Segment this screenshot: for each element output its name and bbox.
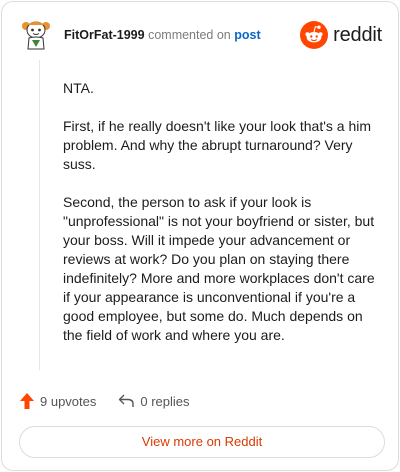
comment-paragraph: First, if he really doesn't like your lo… bbox=[63, 118, 372, 172]
commented-on-text: commented on bbox=[148, 28, 231, 42]
post-link[interactable]: post bbox=[234, 28, 260, 42]
reddit-brand[interactable]: reddit bbox=[300, 21, 382, 49]
comment-paragraph: NTA. bbox=[63, 80, 94, 96]
reddit-wordmark: reddit bbox=[333, 23, 382, 46]
upvotes-stat[interactable]: 9 upvotes bbox=[20, 393, 96, 409]
thread-line bbox=[39, 60, 40, 370]
comment-body: NTA. First, if he really doesn't like yo… bbox=[63, 79, 381, 364]
reddit-logo-icon bbox=[300, 21, 329, 49]
upvotes-count: 9 upvotes bbox=[40, 393, 97, 409]
replies-stat[interactable]: 0 replies bbox=[118, 393, 190, 409]
comment-meta: FitOrFat-1999 commented on post bbox=[64, 28, 261, 42]
snoo-avatar-icon[interactable] bbox=[20, 19, 52, 53]
upvote-arrow-icon bbox=[20, 393, 34, 409]
comment-footer: 9 upvotes 0 replies bbox=[20, 391, 190, 411]
reply-arrow-icon bbox=[119, 394, 135, 407]
username-link[interactable]: FitOrFat-1999 bbox=[64, 28, 145, 42]
replies-count: 0 replies bbox=[140, 393, 190, 409]
reddit-comment-embed-card: FitOrFat-1999 commented on post reddit N… bbox=[1, 1, 399, 471]
comment-paragraph: Second, the person to ask if your look i… bbox=[63, 194, 375, 343]
view-more-on-reddit-button[interactable]: View more on Reddit bbox=[19, 426, 385, 458]
comment-header: FitOrFat-1999 commented on post reddit bbox=[20, 19, 382, 53]
